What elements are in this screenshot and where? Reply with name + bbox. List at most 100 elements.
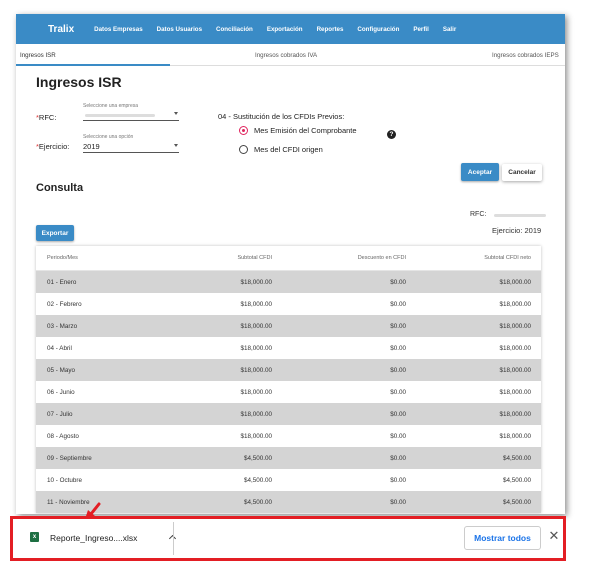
page-title: Ingresos ISR [36,74,122,90]
tab-bar: Ingresos ISR Ingresos cobrados IVA Ingre… [16,44,565,66]
rfc-select[interactable] [83,110,179,121]
cell-periodo: 01 - Enero [47,278,77,286]
show-all-button[interactable]: Mostrar todos [464,526,541,550]
download-file-name[interactable]: Reporte_Ingreso....xlsx [50,533,137,543]
table-row[interactable]: 01 - Enero $18,000.00 $0.00 $18,000.00 [36,271,541,293]
cell-descuento: $0.00 [390,410,406,418]
nav-configuracion[interactable]: Configuración [357,26,399,33]
close-icon[interactable]: ✕ [548,529,560,543]
divider [173,522,174,555]
ejercicio-value: 2019 [83,142,100,151]
download-bar: x Reporte_Ingreso....xlsx Mostrar todos … [10,516,566,561]
cell-subtotal: $18,000.00 [240,278,272,286]
export-button[interactable]: Exportar [36,225,74,241]
cell-subtotal-neto: $18,000.00 [499,366,531,374]
radio-mes-cfdi-origen-label[interactable]: Mes del CFDI origen [254,145,323,154]
table-row[interactable]: 11 - Noviembre $4,500.00 $0.00 $4,500.00 [36,491,541,513]
cell-descuento: $0.00 [390,300,406,308]
table-row[interactable]: 10 - Octubre $4,500.00 $0.00 $4,500.00 [36,469,541,491]
nav-exportacion[interactable]: Exportación [267,26,303,33]
cancel-button[interactable]: Cancelar [502,164,542,181]
cell-subtotal-neto: $18,000.00 [499,388,531,396]
cell-descuento: $0.00 [390,388,406,396]
rfc-label: *RFC: [36,113,57,122]
cell-subtotal: $18,000.00 [240,344,272,352]
nav-conciliacion[interactable]: Conciliación [216,26,253,33]
cell-subtotal-neto: $4,500.00 [502,498,531,506]
cell-descuento: $0.00 [390,366,406,374]
cell-subtotal: $18,000.00 [240,388,272,396]
cell-subtotal: $18,000.00 [240,322,272,330]
tab-ingresos-isr[interactable]: Ingresos ISR [16,44,170,66]
consulta-title: Consulta [36,182,84,194]
table-row[interactable]: 06 - Junio $18,000.00 $0.00 $18,000.00 [36,381,541,403]
nav-reportes[interactable]: Reportes [317,26,344,33]
rfc-hint: Seleccione una empresa [83,103,139,109]
table-row[interactable]: 02 - Febrero $18,000.00 $0.00 $18,000.00 [36,293,541,315]
consulta-rfc-label: RFC: [470,211,487,218]
cell-periodo: 03 - Marzo [47,322,78,330]
cell-descuento: $0.00 [390,322,406,330]
dropdown-arrow-icon [174,144,178,147]
ejercicio-label: *Ejercicio: [36,142,70,151]
ejercicio-hint: Seleccione una opción [83,134,134,140]
cell-subtotal: $4,500.00 [243,498,272,506]
cell-periodo: 02 - Febrero [47,300,82,308]
cell-periodo: 09 - Septiembre [47,454,92,462]
cell-descuento: $0.00 [390,344,406,352]
help-icon[interactable]: ? [387,130,396,139]
cell-periodo: 07 - Julio [47,410,73,418]
cell-periodo: 06 - Junio [47,388,75,396]
cell-subtotal-neto: $18,000.00 [499,432,531,440]
app-window: Tralix Datos Empresas Datos Usuarios Con… [16,14,565,514]
table-row[interactable]: 04 - Abril $18,000.00 $0.00 $18,000.00 [36,337,541,359]
table-header: Periodo/Mes Subtotal CFDI Descuento en C… [36,246,541,271]
cell-periodo: 08 - Agosto [47,432,79,440]
table-row[interactable]: 05 - Mayo $18,000.00 $0.00 $18,000.00 [36,359,541,381]
accept-button[interactable]: Aceptar [461,163,499,181]
cell-subtotal-neto: $18,000.00 [499,322,531,330]
cell-subtotal: $18,000.00 [240,300,272,308]
nav-salir[interactable]: Salir [443,26,456,33]
table-row[interactable]: 03 - Marzo $18,000.00 $0.00 $18,000.00 [36,315,541,337]
excel-file-icon: x [30,532,39,542]
radio-mes-cfdi-origen[interactable] [239,145,248,154]
cell-periodo: 10 - Octubre [47,476,82,484]
table-row[interactable]: 07 - Julio $18,000.00 $0.00 $18,000.00 [36,403,541,425]
table-row[interactable]: 08 - Agosto $18,000.00 $0.00 $18,000.00 [36,425,541,447]
consulta-rfc-redacted [494,214,546,217]
brand-logo[interactable]: Tralix [48,24,74,35]
cell-subtotal-neto: $4,500.00 [502,476,531,484]
tab-ingresos-cobrados-ieps[interactable]: Ingresos cobrados IEPS [492,52,559,59]
radio-mes-emision[interactable] [239,126,248,135]
nav-perfil[interactable]: Perfil [413,26,428,33]
header-subtotal[interactable]: Subtotal CFDI [156,255,282,261]
sustitucion-label: 04 - Sustitución de los CFDIs Previos: [218,112,345,121]
tab-ingresos-cobrados-iva[interactable]: Ingresos cobrados IVA [255,52,317,59]
top-navbar: Tralix Datos Empresas Datos Usuarios Con… [16,14,565,44]
consulta-ejercicio: Ejercicio: 2019 [492,226,542,235]
radio-mes-emision-label[interactable]: Mes Emisión del Comprobante [254,126,357,135]
cell-periodo: 04 - Abril [47,344,72,352]
table-row[interactable]: 09 - Septiembre $4,500.00 $0.00 $4,500.00 [36,447,541,469]
cell-descuento: $0.00 [390,498,406,506]
cell-descuento: $0.00 [390,454,406,462]
cell-descuento: $0.00 [390,278,406,286]
header-subtotal-neto[interactable]: Subtotal CFDI neto [416,255,541,261]
results-table: Periodo/Mes Subtotal CFDI Descuento en C… [36,246,541,513]
cell-subtotal: $18,000.00 [240,432,272,440]
header-descuento[interactable]: Descuento en CFDI [282,255,416,261]
cell-descuento: $0.00 [390,432,406,440]
cell-subtotal-neto: $18,000.00 [499,344,531,352]
cell-subtotal: $18,000.00 [240,410,272,418]
cell-subtotal-neto: $18,000.00 [499,300,531,308]
cell-subtotal: $18,000.00 [240,366,272,374]
cell-descuento: $0.00 [390,476,406,484]
ejercicio-select[interactable]: 2019 [83,142,179,153]
cell-subtotal: $4,500.00 [243,454,272,462]
nav-datos-empresas[interactable]: Datos Empresas [94,26,143,33]
dropdown-arrow-icon [174,112,178,115]
header-periodo[interactable]: Periodo/Mes [36,255,156,261]
nav-datos-usuarios[interactable]: Datos Usuarios [157,26,202,33]
cell-subtotal-neto: $4,500.00 [502,454,531,462]
